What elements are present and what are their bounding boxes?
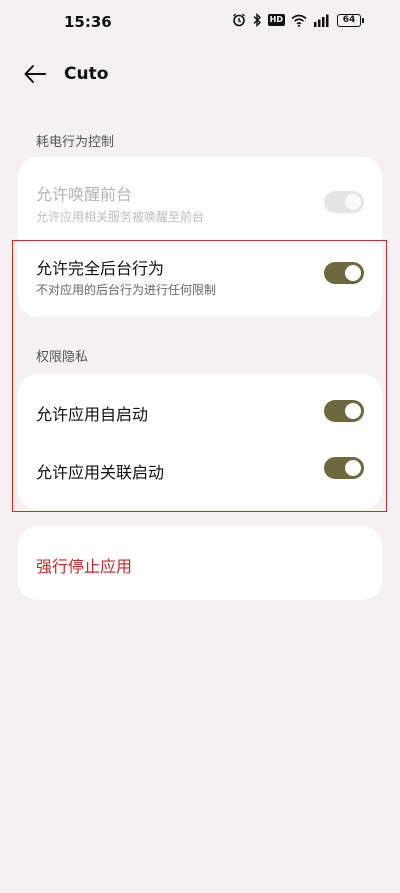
row-wake-foreground: 允许唤醒前台 允许应用相关服务被唤醒至前台 xyxy=(18,157,382,245)
power-card: 允许唤醒前台 允许应用相关服务被唤醒至前台 允许完全后台行为 不对应用的后台行为… xyxy=(18,157,382,317)
row-title: 允许完全后台行为 xyxy=(36,259,165,278)
section-label-power: 耗电行为控制 xyxy=(36,135,115,150)
row-auto-start[interactable]: 允许应用自启动 xyxy=(18,384,382,440)
privacy-card: 允许应用自启动 允许应用关联启动 xyxy=(18,374,382,510)
battery-level: 64 xyxy=(337,13,361,27)
back-button[interactable] xyxy=(20,61,50,87)
auto-start-toggle[interactable] xyxy=(324,400,364,422)
full-background-toggle[interactable] xyxy=(324,262,364,284)
app-header: Cuto xyxy=(0,52,400,96)
status-bar: 15:36 HD 64 xyxy=(0,0,400,44)
wifi-icon xyxy=(291,14,307,27)
alarm-icon xyxy=(232,13,246,27)
section-label-privacy: 权限隐私 xyxy=(36,350,89,365)
cellular-signal-icon xyxy=(313,14,331,27)
bluetooth-icon xyxy=(252,13,262,27)
force-stop-card[interactable]: 强行停止应用 xyxy=(18,526,382,600)
row-subtitle: 不对应用的后台行为进行任何限制 xyxy=(36,283,217,297)
row-full-background[interactable]: 允许完全后台行为 不对应用的后台行为进行任何限制 xyxy=(18,245,382,317)
status-icons: HD 64 xyxy=(232,13,364,27)
wake-foreground-toggle[interactable] xyxy=(324,191,364,213)
force-stop-button[interactable]: 强行停止应用 xyxy=(36,553,132,577)
row-title: 允许应用自启动 xyxy=(36,405,149,424)
row-title: 允许应用关联启动 xyxy=(36,463,165,482)
back-arrow-icon xyxy=(24,65,46,83)
associated-start-toggle[interactable] xyxy=(324,457,364,479)
status-time: 15:36 xyxy=(64,13,112,31)
battery-icon: 64 xyxy=(337,13,364,27)
page-title: Cuto xyxy=(64,64,109,84)
hd-badge: HD xyxy=(267,14,285,26)
row-associated-start[interactable]: 允许应用关联启动 xyxy=(18,442,382,498)
row-title: 允许唤醒前台 xyxy=(36,185,133,204)
row-subtitle: 允许应用相关服务被唤醒至前台 xyxy=(36,210,205,224)
